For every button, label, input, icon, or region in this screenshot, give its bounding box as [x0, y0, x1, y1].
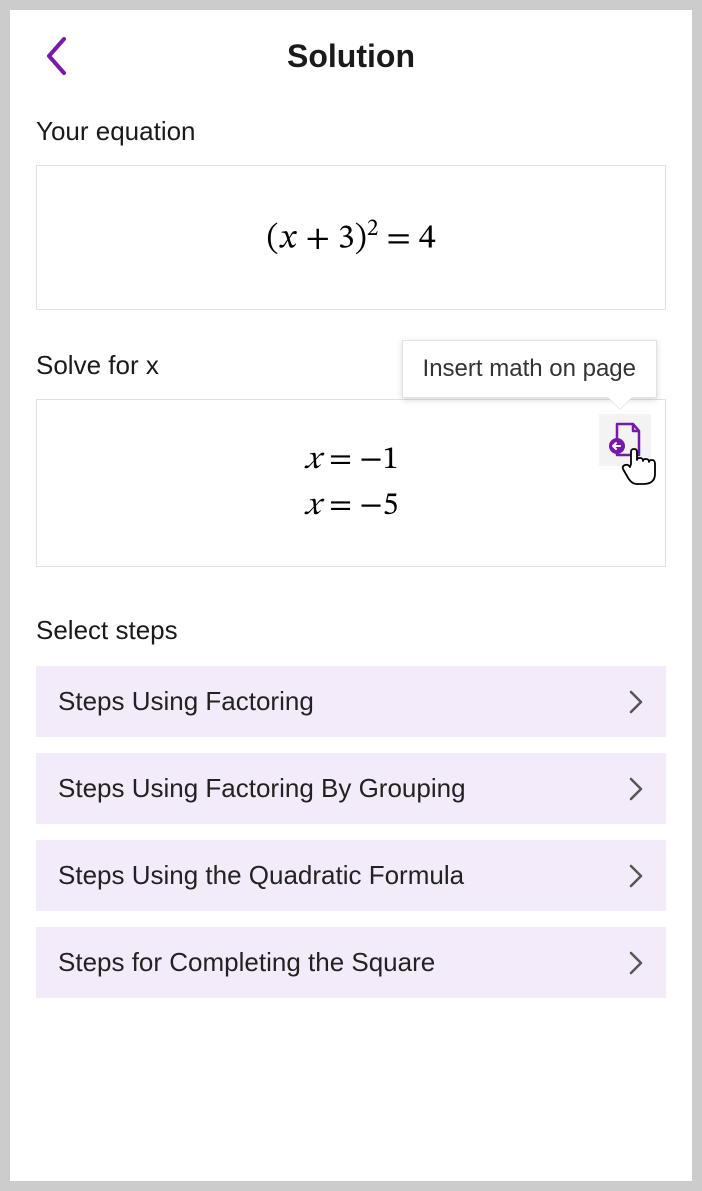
chevron-right-icon [628, 776, 644, 802]
insert-math-wrap: Insert math on page [599, 414, 651, 466]
step-option-completing-square[interactable]: Steps for Completing the Square [36, 927, 666, 998]
solution-line: 𝑥 = −5 [49, 486, 653, 526]
solution-eq: = [329, 490, 352, 522]
insert-page-icon [608, 422, 642, 458]
header: Solution [36, 32, 666, 80]
chevron-right-icon [628, 689, 644, 715]
insert-math-tooltip: Insert math on page [402, 340, 657, 398]
chevron-right-icon [628, 950, 644, 976]
step-label: Steps Using Factoring By Grouping [58, 773, 466, 804]
solution-line: 𝑥 = −1 [49, 440, 653, 480]
equation-exponent: 2 [367, 217, 378, 241]
solution-lhs: 𝑥 [304, 490, 322, 522]
back-button[interactable] [36, 32, 76, 80]
solution-eq: = [329, 444, 352, 476]
step-option-factoring-grouping[interactable]: Steps Using Factoring By Grouping [36, 753, 666, 824]
chevron-left-icon [43, 36, 69, 76]
solution-rhs: −5 [360, 490, 399, 522]
equation-display: (𝑥 + 3)2 = 4 [36, 165, 666, 310]
equation-base: (𝑥 + 3) [266, 222, 367, 256]
chevron-right-icon [628, 863, 644, 889]
step-label: Steps for Completing the Square [58, 947, 435, 978]
tooltip-text: Insert math on page [423, 355, 636, 382]
step-option-factoring[interactable]: Steps Using Factoring [36, 666, 666, 737]
solution-rhs: −1 [360, 444, 399, 476]
select-steps-label: Select steps [36, 615, 666, 646]
solution-display: 𝑥 = −1 𝑥 = −5 Insert math on page [36, 399, 666, 567]
step-label: Steps Using the Quadratic Formula [58, 860, 464, 891]
solution-panel: Solution Your equation (𝑥 + 3)2 = 4 Solv… [10, 10, 692, 1181]
equation-rhs: = 4 [386, 222, 435, 256]
step-option-quadratic-formula[interactable]: Steps Using the Quadratic Formula [36, 840, 666, 911]
insert-math-button[interactable] [599, 414, 651, 466]
solve-for-label: Solve for x [36, 350, 159, 381]
step-label: Steps Using Factoring [58, 686, 314, 717]
page-title: Solution [287, 38, 415, 75]
your-equation-label: Your equation [36, 116, 666, 147]
solution-lhs: 𝑥 [304, 444, 322, 476]
